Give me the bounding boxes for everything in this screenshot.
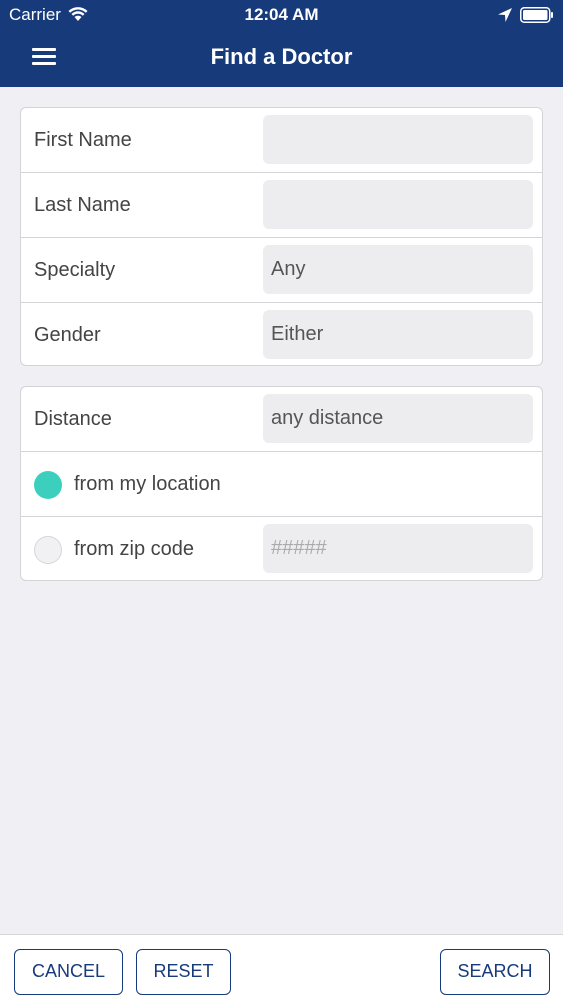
status-time: 12:04 AM	[244, 5, 319, 24]
gender-row: Gender Either	[21, 303, 542, 365]
battery-icon	[520, 7, 553, 23]
specialty-row: Specialty Any	[21, 238, 542, 303]
status-bar: Carrier 12:04 AM	[0, 0, 563, 30]
from-zip-code-label[interactable]: from zip code	[74, 517, 194, 580]
reset-button[interactable]: RESET	[136, 949, 231, 995]
from-my-location-row[interactable]: from my location	[21, 452, 542, 517]
search-button[interactable]: SEARCH	[440, 949, 550, 995]
first-name-row: First Name	[21, 108, 542, 173]
distance-label: Distance	[34, 408, 112, 430]
distance-select[interactable]: any distance	[263, 394, 533, 443]
specialty-label: Specialty	[34, 259, 116, 281]
first-name-label: First Name	[34, 129, 132, 151]
bottom-action-bar: CANCEL RESET SEARCH	[0, 934, 563, 1000]
find-doctor-screen: Carrier 12:04 AM Find a Doctor First Nam…	[0, 0, 563, 1000]
distance-row: Distance any distance	[21, 387, 542, 452]
location-card: Distance any distance from my location f…	[20, 386, 543, 581]
top-bar: Carrier 12:04 AM Find a Doctor	[0, 0, 563, 87]
page-title: Find a Doctor	[210, 44, 353, 69]
from-zip-code-row[interactable]: from zip code #####	[21, 517, 542, 580]
gender-select[interactable]: Either	[263, 310, 533, 359]
first-name-input[interactable]	[263, 115, 533, 164]
location-arrow-icon	[498, 8, 512, 22]
doctor-search-card: First Name Last Name Specialty Any Gende…	[20, 107, 543, 366]
zip-code-input[interactable]: #####	[263, 524, 533, 573]
from-zip-code-radio[interactable]	[34, 536, 62, 564]
last-name-input[interactable]	[263, 180, 533, 229]
last-name-row: Last Name	[21, 173, 542, 238]
last-name-label: Last Name	[34, 194, 131, 216]
navigation-bar: Find a Doctor	[0, 30, 563, 87]
from-my-location-label[interactable]: from my location	[74, 452, 221, 516]
cancel-button[interactable]: CANCEL	[14, 949, 123, 995]
from-my-location-radio[interactable]	[34, 471, 62, 499]
specialty-select[interactable]: Any	[263, 245, 533, 294]
gender-label: Gender	[34, 324, 101, 346]
